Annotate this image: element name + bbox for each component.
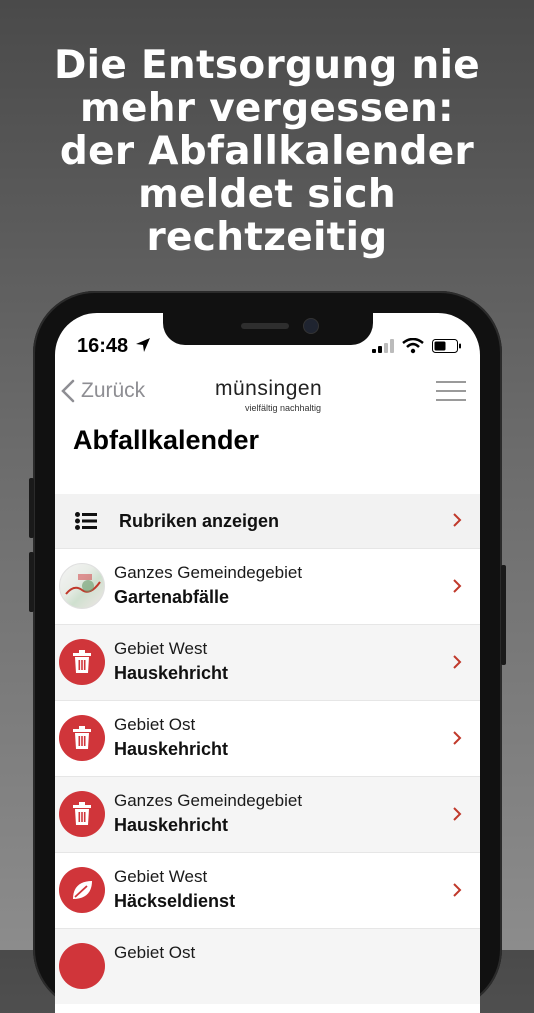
chevron-right-icon xyxy=(452,806,462,827)
headline-line: der Abfallkalender xyxy=(59,129,475,174)
promo-headline: Die Entsorgung nie mehr vergessen: der A… xyxy=(0,44,534,259)
trash-icon xyxy=(59,715,105,761)
entry-type: Häckseldienst xyxy=(114,891,236,911)
headline-line: meldet sich xyxy=(138,172,396,217)
leaf-icon xyxy=(59,867,105,913)
list-item[interactable]: Gebiet West Hauskehricht xyxy=(55,624,480,700)
status-time: 16:48 xyxy=(77,335,129,357)
page-title: Abfallkalender xyxy=(73,425,260,455)
entry-type: Gartenabfälle xyxy=(114,587,230,607)
speaker xyxy=(241,323,289,329)
volume-down-button xyxy=(29,552,34,612)
battery-icon xyxy=(432,339,462,358)
trash-icon xyxy=(59,639,105,685)
list-item[interactable]: Ganzes Gemeindegebiet Gartenabfälle xyxy=(55,548,480,624)
status-icons xyxy=(372,337,462,359)
entry-area: Gebiet Ost xyxy=(114,715,196,734)
nav-bar: Zurück münsingen vielfältig nachhaltig xyxy=(55,375,480,415)
chevron-right-icon xyxy=(452,578,462,599)
list-item[interactable]: Gebiet Ost xyxy=(55,928,480,1004)
entry-type: Hauskehricht xyxy=(114,739,229,759)
headline-line: mehr vergessen: xyxy=(80,86,454,131)
chevron-right-icon xyxy=(452,512,462,533)
phone-screen: 16:48 Zurück münsingen vielfältig nachha… xyxy=(55,313,480,1013)
trash-icon xyxy=(59,791,105,837)
chevron-right-icon xyxy=(452,654,462,675)
status-bar: 16:48 xyxy=(55,333,480,361)
signal-icon xyxy=(372,339,394,358)
entry-type: Hauskehricht xyxy=(114,815,229,835)
logo-tagline: vielfältig nachhaltig xyxy=(245,403,322,413)
chevron-right-icon xyxy=(452,730,462,751)
entry-area: Gebiet West xyxy=(114,867,208,886)
entry-area: Gebiet West xyxy=(114,639,208,658)
chevron-right-icon xyxy=(452,882,462,903)
calendar-list: Ganzes Gemeindegebiet Gartenabfälle Gebi… xyxy=(55,548,480,1004)
list-icon xyxy=(75,512,97,535)
volume-up-button xyxy=(29,478,34,538)
camera xyxy=(303,318,319,334)
list-item[interactable]: Ganzes Gemeindegebiet Hauskehricht xyxy=(55,776,480,852)
headline-line: rechtzeitig xyxy=(146,215,388,260)
chevron-left-icon xyxy=(61,379,75,403)
back-button[interactable]: Zurück xyxy=(61,379,145,403)
side-button xyxy=(501,565,506,665)
back-label: Zurück xyxy=(81,379,146,402)
logo-wordmark: münsingen xyxy=(215,377,323,400)
entry-area: Ganzes Gemeindegebiet xyxy=(114,791,303,810)
show-categories-row[interactable]: Rubriken anzeigen xyxy=(55,494,480,548)
map-thumbnail-icon xyxy=(59,563,105,609)
hamburger-menu-icon[interactable] xyxy=(436,381,466,401)
headline-line: Die Entsorgung nie xyxy=(54,43,480,88)
show-categories-label: Rubriken anzeigen xyxy=(119,510,280,531)
entry-type: Hauskehricht xyxy=(114,663,229,683)
location-arrow-icon xyxy=(135,337,151,358)
list-item[interactable]: Gebiet Ost Hauskehricht xyxy=(55,700,480,776)
entry-area: Ganzes Gemeindegebiet xyxy=(114,563,303,582)
muensingen-logo: münsingen vielfältig nachhaltig xyxy=(215,377,325,417)
wifi-icon xyxy=(402,337,424,359)
list-item[interactable]: Gebiet West Häckseldienst xyxy=(55,852,480,928)
entry-area: Gebiet Ost xyxy=(114,943,196,962)
